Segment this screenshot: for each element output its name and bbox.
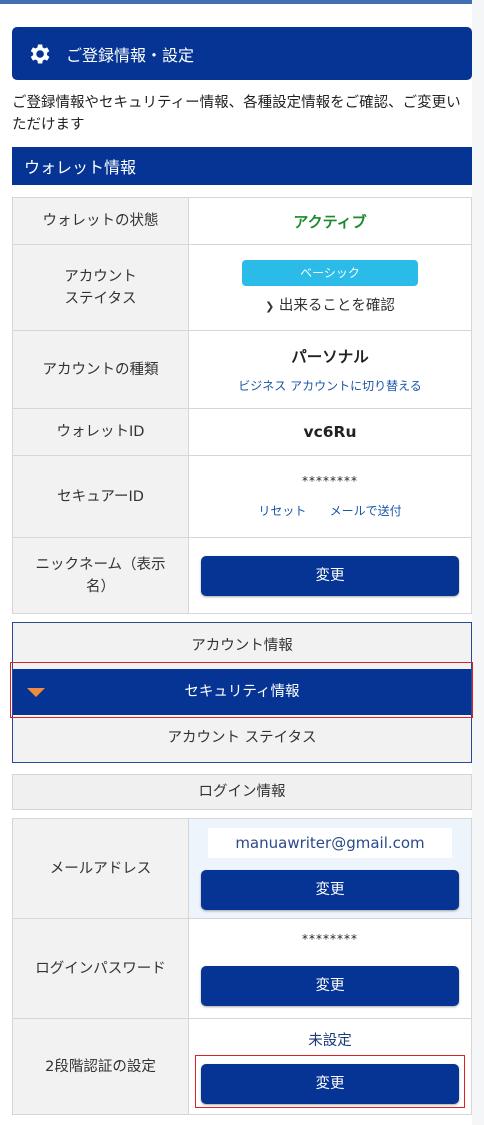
- page-description: ご登録情報やセキュリティー情報、各種設定情報をご確認、ご変更いただけます: [12, 95, 461, 133]
- table-row: セキュアーID ******** リセット メールで送付: [12, 455, 472, 538]
- check-capabilities-link[interactable]: ❯ 出来ることを確認: [189, 294, 471, 315]
- table-row: メールアドレス manuawriter@gmail.com 変更: [12, 818, 472, 919]
- wallet-state-value: アクティブ: [293, 212, 367, 231]
- wallet-section-title: ウォレット情報: [12, 147, 472, 185]
- email-label: メールアドレス: [12, 818, 189, 919]
- scroll-track: [472, 0, 484, 1125]
- wallet-id-label: ウォレットID: [12, 408, 189, 456]
- secure-id-value: ********: [302, 474, 358, 488]
- email-value: manuawriter@gmail.com: [208, 827, 452, 858]
- table-row: ウォレットの状態 アクティブ: [12, 197, 472, 245]
- account-type-label: アカウントの種類: [12, 330, 189, 409]
- highlight-box-twofa: [195, 1055, 465, 1108]
- table-row: アカウントの種類 パーソナル ビジネス アカウントに切り替える: [12, 330, 472, 409]
- secure-id-mail-link[interactable]: メールで送付: [330, 504, 402, 518]
- table-row: ログインパスワード ******** 変更: [12, 918, 472, 1019]
- account-status-label: アカウント ステイタス: [12, 244, 189, 331]
- password-label: ログインパスワード: [12, 918, 189, 1019]
- wallet-info-table: ウォレットの状態 アクティブ アカウント ステイタス ベーシック ❯ 出来ること…: [12, 197, 472, 614]
- table-row: アカウント ステイタス ベーシック ❯ 出来ることを確認: [12, 244, 472, 331]
- table-row: ウォレットID vc6Ru: [12, 408, 472, 456]
- chevron-down-icon: ❯: [265, 300, 275, 313]
- secure-id-label: セキュアーID: [12, 455, 189, 538]
- wallet-id-value: vc6Ru: [303, 423, 357, 441]
- twofa-value: 未設定: [308, 1033, 352, 1049]
- page-title: ご登録情報・設定: [66, 45, 195, 65]
- login-section-title: ログイン情報: [12, 774, 472, 810]
- top-border: [0, 0, 484, 4]
- page-header: ご登録情報・設定: [12, 27, 472, 80]
- highlight-box-security: [10, 662, 473, 718]
- nickname-change-button[interactable]: 変更: [201, 555, 459, 596]
- twofa-label: 2段階認証の設定: [12, 1018, 189, 1115]
- check-capabilities-label: 出来ることを確認: [278, 298, 395, 314]
- status-badge: ベーシック: [242, 260, 418, 286]
- nickname-label-line2: 名）: [86, 578, 115, 595]
- secure-id-reset-link[interactable]: リセット: [258, 504, 306, 518]
- menu-item-account-status[interactable]: アカウント ステイタス: [13, 715, 471, 761]
- account-status-label-line2: ステイタス: [64, 290, 137, 307]
- account-type-value: パーソナル: [291, 348, 369, 366]
- nickname-label: ニックネーム（表示 名）: [12, 537, 189, 614]
- gear-icon: [24, 39, 54, 69]
- switch-business-link[interactable]: ビジネス アカウントに切り替える: [189, 377, 471, 394]
- nickname-label-line1: ニックネーム（表示: [35, 556, 166, 573]
- account-status-label-line1: アカウント: [64, 268, 137, 285]
- table-row: ニックネーム（表示 名） 変更: [12, 537, 472, 614]
- password-change-button[interactable]: 変更: [201, 965, 459, 1006]
- wallet-state-label: ウォレットの状態: [12, 197, 189, 245]
- password-value: ********: [302, 931, 358, 946]
- email-change-button[interactable]: 変更: [201, 869, 459, 910]
